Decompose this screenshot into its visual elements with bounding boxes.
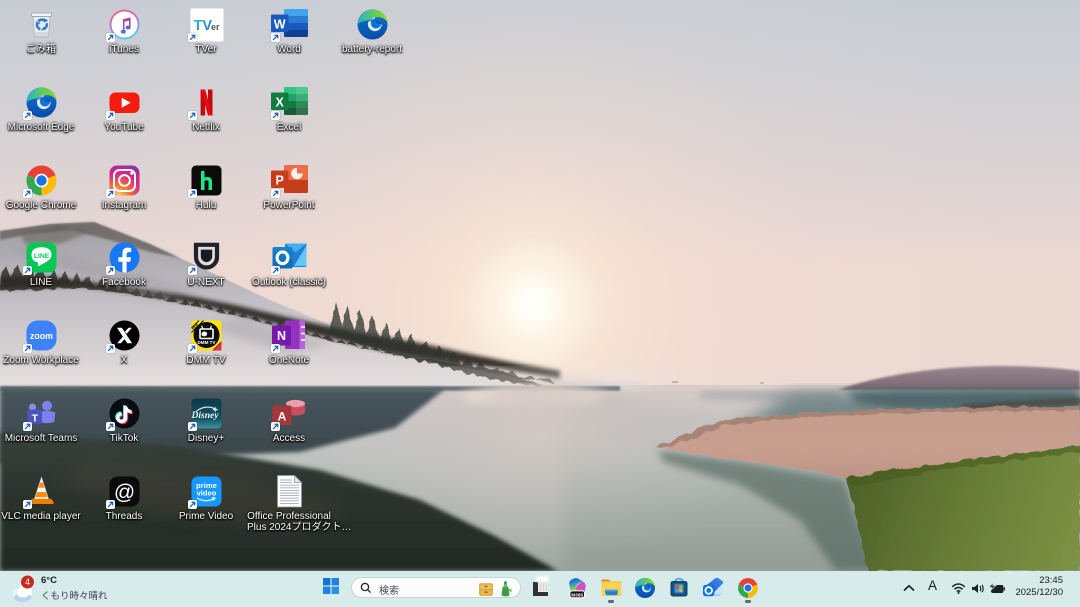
svg-text:er: er xyxy=(211,22,220,32)
svg-text:W: W xyxy=(273,18,285,32)
svg-text:4: 4 xyxy=(25,577,30,587)
svg-text:TV: TV xyxy=(193,18,212,34)
svg-text:P: P xyxy=(275,174,283,188)
svg-text:N: N xyxy=(276,329,285,343)
svg-text:Disney: Disney xyxy=(190,411,219,421)
svg-text:DMM TV: DMM TV xyxy=(197,340,216,345)
svg-text:M365: M365 xyxy=(571,592,583,598)
svg-text:zoom: zoom xyxy=(30,331,53,341)
svg-text:video: video xyxy=(196,489,216,498)
svg-text:X: X xyxy=(275,96,284,110)
svg-text:T: T xyxy=(31,412,38,424)
svg-text:LINE: LINE xyxy=(33,253,49,260)
svg-text:@: @ xyxy=(113,481,134,504)
